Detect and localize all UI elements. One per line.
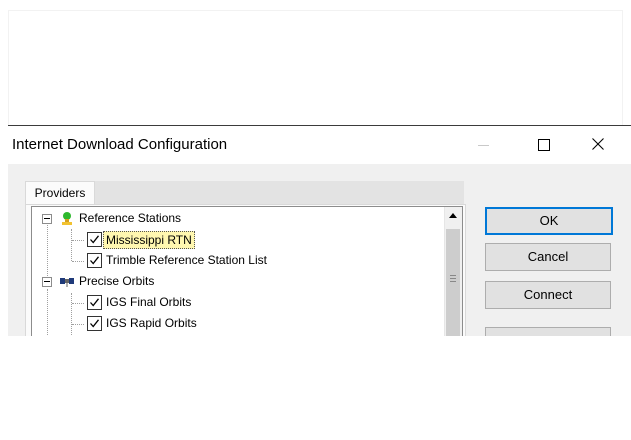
tree-connector <box>71 293 72 336</box>
checkmark-icon <box>90 256 100 265</box>
tree-connector <box>72 303 84 304</box>
checkmark-icon <box>90 298 100 307</box>
partial-button[interactable] <box>485 327 611 336</box>
tree-node-label[interactable]: Mississippi RTN <box>103 231 195 249</box>
close-button[interactable] <box>578 126 624 164</box>
satellite-icon <box>60 278 74 287</box>
grip-icon <box>450 275 456 282</box>
tree-connector <box>71 229 72 261</box>
maximize-button[interactable] <box>520 126 566 164</box>
tree-node-label[interactable]: IGS Final Orbits <box>106 294 191 310</box>
tree-node-label[interactable]: Precise Orbits <box>79 273 154 289</box>
scrollbar-thumb[interactable] <box>446 229 460 336</box>
tree-node-label[interactable]: Reference Stations <box>79 210 181 226</box>
cancel-button[interactable]: Cancel <box>485 243 611 271</box>
background-area <box>0 0 631 126</box>
tree-scrollbar[interactable] <box>444 207 462 336</box>
checkbox-igs-rapid-orbits[interactable] <box>87 316 102 331</box>
checkbox-trimble-reference-station-list[interactable] <box>87 253 102 268</box>
maximize-icon <box>538 139 550 151</box>
close-icon <box>592 138 604 150</box>
tree-connector <box>72 261 84 262</box>
tree-connector <box>72 324 84 325</box>
providers-tree[interactable]: Reference Stations Mississippi RTN Trimb… <box>31 206 463 336</box>
checkmark-icon <box>90 235 100 244</box>
tree-node-label[interactable]: IGS Rapid Orbits <box>106 315 197 331</box>
scroll-up-arrow-icon[interactable] <box>445 207 462 224</box>
window-title: Internet Download Configuration <box>12 136 228 153</box>
reference-station-icon <box>62 212 72 225</box>
tree-connector <box>47 289 48 336</box>
collapse-precise-orbits[interactable] <box>42 277 52 287</box>
minimize-button[interactable] <box>470 126 516 164</box>
title-bar: Internet Download Configuration <box>8 126 631 164</box>
tree-connector <box>72 240 84 241</box>
checkbox-mississippi-rtn[interactable] <box>87 232 102 247</box>
tree-node-label[interactable]: Trimble Reference Station List <box>106 252 267 268</box>
dialog-window: Internet Download Configuration Provider… <box>8 125 631 336</box>
connect-button[interactable]: Connect <box>485 281 611 309</box>
collapse-reference-stations[interactable] <box>42 214 52 224</box>
tab-strip <box>93 181 464 204</box>
ok-button[interactable]: OK <box>485 207 613 235</box>
checkbox-igs-final-orbits[interactable] <box>87 295 102 310</box>
tab-providers[interactable]: Providers <box>25 181 95 205</box>
minimize-icon <box>478 145 489 146</box>
checkmark-icon <box>90 319 100 328</box>
tree-connector <box>47 223 48 282</box>
